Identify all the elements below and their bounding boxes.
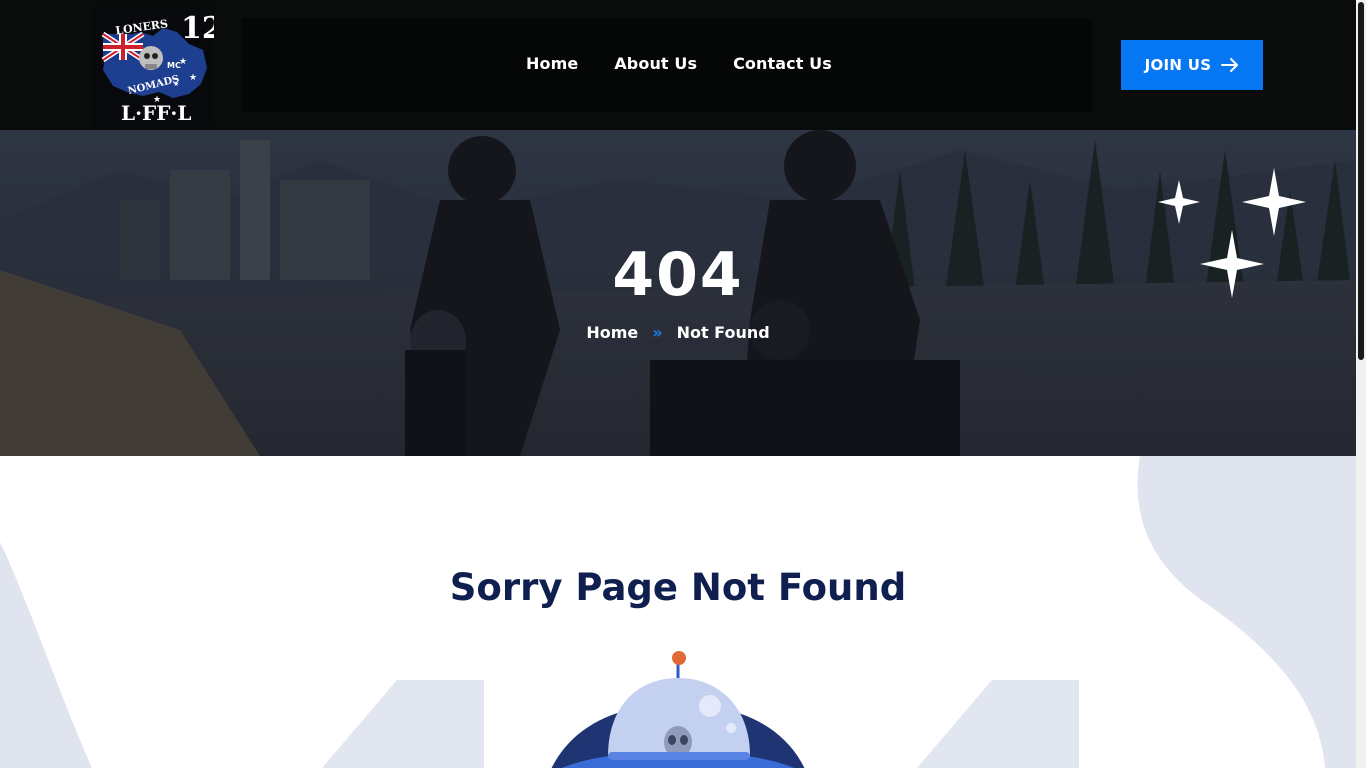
join-us-button[interactable]: JOIN US (1121, 40, 1263, 90)
breadcrumb: Home » Not Found (0, 323, 1356, 342)
arrow-right-icon (1221, 58, 1239, 72)
svg-text:12: 12 (181, 11, 214, 46)
svg-text:MC: MC (167, 61, 181, 70)
join-us-label: JOIN US (1144, 56, 1212, 74)
breadcrumb-home[interactable]: Home (586, 323, 638, 342)
nav-home[interactable]: Home (526, 54, 578, 73)
svg-text:L·FF·L: L·FF·L (121, 101, 191, 125)
nav-about-us[interactable]: About Us (614, 54, 697, 73)
main-content: Sorry Page Not Found (0, 456, 1356, 768)
double-chevron-icon: » (652, 323, 663, 342)
site-logo[interactable]: ★ ★ ★ ★ LONERS 12 MC NOMADS L·FF·L (93, 6, 223, 127)
page-title: 404 (612, 240, 744, 310)
scrollbar-thumb[interactable] (1358, 2, 1364, 360)
hero-banner: 404 Home » Not Found (0, 130, 1356, 456)
nav-contact-us[interactable]: Contact Us (733, 54, 832, 73)
site-header: ★ ★ ★ ★ LONERS 12 MC NOMADS L·FF·L Home … (0, 0, 1356, 130)
not-found-heading: Sorry Page Not Found (449, 566, 907, 609)
ufo-illustration (551, 651, 805, 768)
svg-text:★: ★ (189, 73, 197, 83)
logo-emblem: ★ ★ ★ ★ LONERS 12 MC NOMADS L·FF·L (101, 11, 223, 125)
breadcrumb-current: Not Found (676, 323, 770, 342)
main-nav: Home About Us Contact Us (526, 54, 832, 73)
